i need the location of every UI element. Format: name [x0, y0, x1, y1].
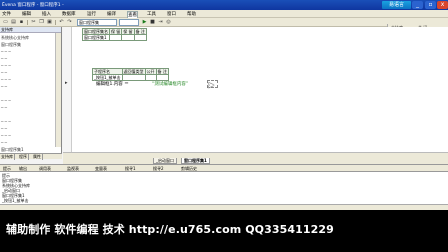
app-badge-button[interactable]: 易语言: [382, 1, 411, 9]
table-cell[interactable]: [133, 34, 147, 41]
code-editor[interactable]: ▸ 窗口程序集名 保 留 保 留 备 注 窗口程序集1 子程序名 返回值类型 公…: [63, 27, 448, 152]
tree-item[interactable]: ─ ─: [1, 70, 7, 75]
table-header-cell: 公开: [144, 68, 157, 75]
table-cell[interactable]: _按钮1_被单击: [92, 74, 123, 81]
undo-icon[interactable]: ↶: [58, 19, 65, 26]
menu-run[interactable]: 运行: [87, 11, 96, 17]
table-cell[interactable]: 窗口程序集1: [82, 34, 110, 41]
debug-icon[interactable]: ◎: [165, 19, 172, 26]
menu-bar: 文件 编辑 插入 数据库 运行 编译 查看 工具 窗口 帮助: [0, 10, 448, 19]
left-panel-caption: 支持库: [0, 27, 61, 33]
run-icon[interactable]: ▶: [141, 19, 148, 26]
copy-icon[interactable]: ❐: [38, 19, 45, 26]
current-line-arrow-icon: ▸: [65, 80, 68, 86]
tab-support-lib[interactable]: 支持库: [0, 154, 15, 160]
menu-compile[interactable]: 编译: [107, 11, 116, 17]
tree-item[interactable]: ─ ─ ─: [1, 63, 11, 68]
ide-screen: Ёvena 窗口程序 - 窗口程序1 - 易语言 _ ▫ x 文件 编辑 插入 …: [0, 0, 448, 210]
stop-icon[interactable]: ■: [149, 19, 156, 26]
window-title: Ёvena 窗口程序 - 窗口程序1 -: [2, 3, 64, 8]
code-string-literal[interactable]: “测试编辑框内容”: [152, 81, 188, 87]
table-cell[interactable]: [121, 74, 146, 81]
table-header-cell: 保 留: [121, 28, 135, 35]
table-header-cell: 备 注: [133, 28, 147, 35]
tree-item[interactable]: ─ ─: [1, 140, 7, 145]
menu-database[interactable]: 数据库: [62, 11, 76, 17]
table-header-cell: 保 留: [108, 28, 123, 35]
menu-insert[interactable]: 插入: [42, 11, 51, 17]
bottom-panel-tabs: 提示 输出 调用表 监视表 变量表 搜寻1 搜寻2 剪辑历史: [0, 164, 448, 172]
tree-item[interactable]: ─ ─ ─: [1, 49, 11, 54]
subroutine-table: 子程序名 返回值类型 公开 备 注 _按钮1_被单击: [92, 68, 169, 81]
tree-item[interactable]: ─ ─: [1, 84, 7, 89]
redo-icon[interactable]: ↷: [66, 19, 73, 26]
left-panel-tabs: 支持库 程序 属性: [0, 153, 62, 160]
toolbar-separator: [27, 20, 28, 25]
mouse-cursor-icon: ➤: [207, 81, 215, 91]
table-header-cell: 返回值类型: [121, 68, 146, 75]
open-folder-icon[interactable]: ▤: [10, 19, 17, 26]
tree-item[interactable]: 窗口程序集: [1, 42, 21, 48]
table-cell[interactable]: [155, 74, 169, 81]
close-button[interactable]: x: [437, 1, 448, 9]
restore-button[interactable]: ▫: [425, 1, 436, 9]
tree-item[interactable]: ─ ─ ─: [1, 133, 11, 138]
output-panel: 提示 窗口程序集 系统核心支持库 _启动窗口 窗口程序集1 _按钮1_被单击: [0, 172, 448, 204]
minimize-button[interactable]: _: [412, 1, 423, 9]
tree-item[interactable]: ─ ─ ─: [1, 77, 11, 82]
table-cell[interactable]: [108, 34, 123, 41]
tree-item[interactable]: 系统核心支持库: [1, 35, 29, 41]
paste-icon[interactable]: ▣: [46, 19, 53, 26]
table-header-cell: 窗口程序集名: [82, 28, 110, 35]
menu-help[interactable]: 帮助: [187, 11, 196, 17]
tab-properties[interactable]: 属性: [32, 154, 43, 160]
menu-file[interactable]: 文件: [2, 11, 11, 17]
step-icon[interactable]: ⇥: [157, 19, 164, 26]
toolbar: ▭ ▤ ▪ ✂ ❐ ▣ ↶ ↷ 窗口程序集 ▶ ■ ⇥ ◎: [0, 18, 448, 27]
tree-item[interactable]: ─ ─ ─: [1, 98, 11, 103]
program-set-table: 窗口程序集名 保 留 保 留 备 注 窗口程序集1: [82, 28, 147, 41]
table-header-cell: 备 注: [155, 68, 169, 75]
promo-banner: 辅助制作 软件编程 技术 http://e.u765.com QQ3354112…: [0, 210, 448, 252]
menu-window[interactable]: 窗口: [167, 11, 176, 17]
left-panel-scrollbar[interactable]: [55, 33, 61, 147]
title-bar: Ёvena 窗口程序 - 窗口程序1 - 易语言 _ ▫ x: [0, 0, 448, 10]
save-icon[interactable]: ▪: [18, 19, 25, 26]
editor-gutter: ▸: [63, 27, 72, 152]
menu-edit[interactable]: 编辑: [22, 11, 31, 17]
left-panel: 支持库 系统核心支持库 窗口程序集 ─ ─ ─ ─ ─ ─ ─ ─ ─ ─ ─ …: [0, 27, 62, 153]
tree-item[interactable]: ─ ─: [1, 105, 7, 110]
new-file-icon[interactable]: ▭: [2, 19, 9, 26]
tree-item[interactable]: ─ ─: [1, 56, 7, 61]
table-cell[interactable]: [121, 34, 135, 41]
code-statement[interactable]: 编辑框1.内容 ＝: [96, 81, 129, 87]
toolbar-separator: [55, 20, 56, 25]
sub-combo[interactable]: [119, 19, 139, 26]
promo-banner-text: 辅助制作 软件编程 技术 http://e.u765.com QQ3354112…: [6, 223, 334, 236]
program-set-combo[interactable]: 窗口程序集: [77, 19, 117, 26]
tree-item[interactable]: ─ ─ ─: [1, 119, 11, 124]
cut-icon[interactable]: ✂: [30, 19, 37, 26]
tree-item[interactable]: ─ ─: [1, 126, 7, 131]
menu-tools[interactable]: 工具: [147, 11, 156, 17]
table-cell[interactable]: [144, 74, 157, 81]
tab-program[interactable]: 程序: [18, 154, 29, 160]
